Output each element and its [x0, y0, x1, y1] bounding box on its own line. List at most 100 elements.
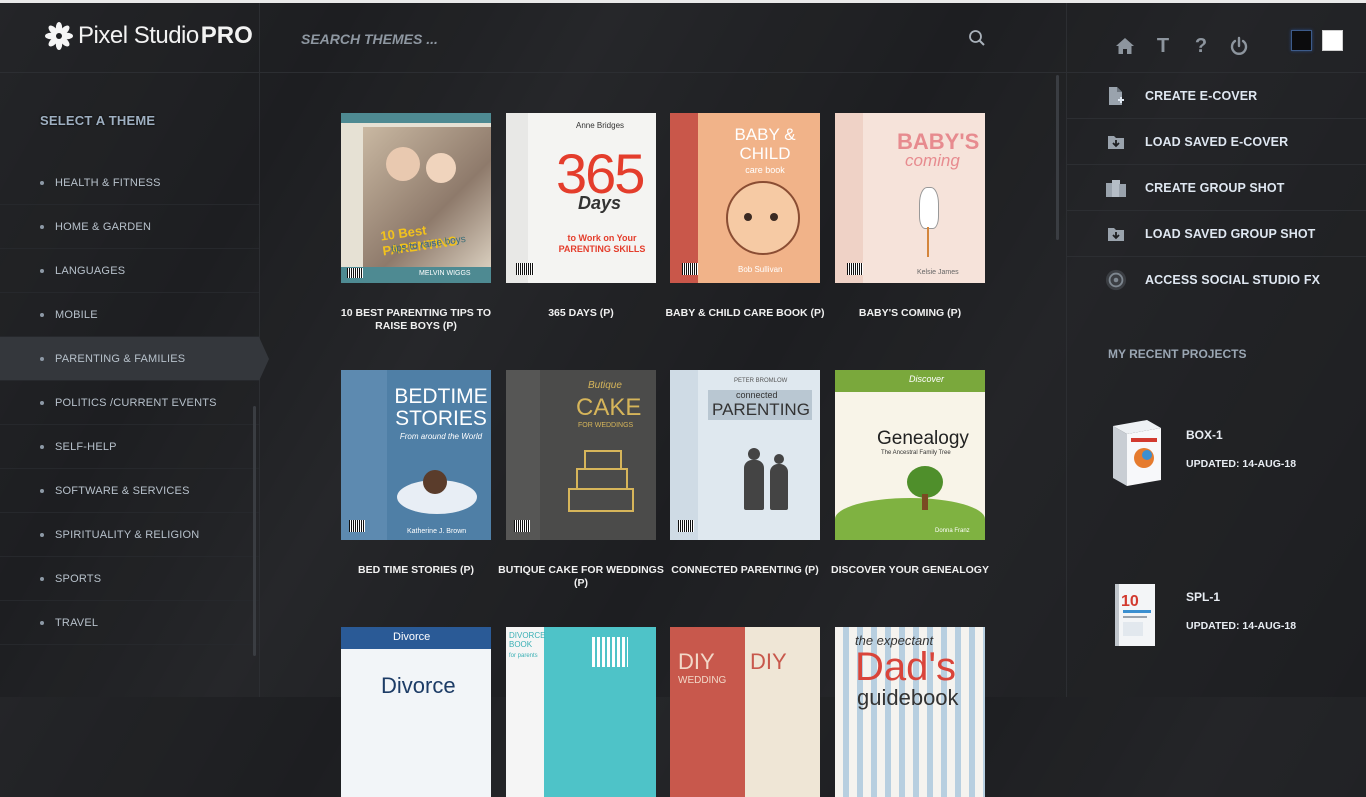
search-input[interactable] [301, 31, 941, 47]
theme-cover[interactable]: DIVORCE BOOK for parents [506, 627, 656, 797]
text-icon[interactable]: T [1144, 33, 1182, 59]
sidebar-item-label: TRAVEL [55, 616, 99, 629]
theme-card[interactable]: BABY & CHILD care book Bob Sullivan BABY… [665, 113, 825, 319]
theme-card[interactable]: 10 Best PARENTING tips to raise boys MEL… [341, 113, 491, 332]
cover-days: Days [578, 193, 622, 213]
dark-theme-swatch[interactable] [1291, 30, 1312, 51]
main-scrollbar[interactable] [1056, 75, 1059, 240]
top-bar: Pixel Studio PRO T ? [0, 3, 1366, 73]
cover-author: Butique [588, 380, 622, 391]
barcode-icon [514, 520, 530, 532]
bullet-icon [40, 312, 44, 317]
cover-subtitle: for parents [509, 653, 538, 659]
bullet-icon [40, 356, 44, 361]
sidebar-item-health-fitness[interactable]: HEALTH & FITNESS [0, 161, 259, 205]
theme-cover[interactable]: 10 Best PARENTING tips to raise boys MEL… [341, 113, 491, 283]
sidebar-item-politics[interactable]: POLITICS /CURRENT EVENTS [0, 381, 259, 425]
sidebar-item-label: HOME & GARDEN [55, 220, 152, 233]
search-icon[interactable] [968, 29, 986, 47]
theme-cover[interactable]: BABY'S coming Kelsie James [835, 113, 985, 283]
theme-cover[interactable]: Divorce Divorce [341, 627, 491, 797]
light-theme-swatch[interactable] [1322, 30, 1343, 51]
cover-subtitle: WEDDING [678, 675, 727, 686]
cover-title: DIY [678, 649, 715, 674]
home-icon[interactable] [1106, 33, 1144, 59]
theme-caption: 365 DAYS (P) [548, 307, 614, 319]
sidebar-item-travel[interactable]: TRAVEL [0, 601, 259, 645]
sidebar-item-spirituality-religion[interactable]: SPIRITUALITY & RELIGION [0, 513, 259, 557]
sidebar-item-mobile[interactable]: MOBILE [0, 293, 259, 337]
barcode-icon [516, 263, 534, 275]
theme-card[interactable]: BABY'S coming Kelsie James BABY'S COMING… [835, 113, 985, 319]
cover-title-top: Divorce [393, 631, 431, 643]
cover-subtitle: coming [905, 151, 960, 170]
help-icon[interactable]: ? [1182, 33, 1220, 59]
barcode-icon [347, 268, 363, 278]
barcode-icon [682, 263, 698, 275]
menu-item-label: CREATE GROUP SHOT [1145, 180, 1285, 195]
create-group-shot-button[interactable]: CREATE GROUP SHOT [1067, 165, 1366, 211]
sidebar-item-label: PARENTING & FAMILIES [55, 352, 186, 365]
action-menu: CREATE E-COVER LOAD SAVED E-COVER CREATE… [1067, 73, 1366, 303]
bullet-icon [40, 224, 44, 229]
theme-card[interactable]: DIVORCE BOOK for parents [506, 627, 656, 797]
theme-category-list: HEALTH & FITNESS HOME & GARDEN LANGUAGES… [0, 161, 269, 645]
sidebar-item-languages[interactable]: LANGUAGES [0, 249, 259, 293]
theme-cover[interactable]: the expectant Dad's guidebook [835, 627, 985, 797]
top-icon-bar: T ? [1106, 33, 1258, 59]
theme-cover[interactable]: BEDTIME STORIES From around the World Ka… [341, 370, 491, 540]
sidebar-item-home-garden[interactable]: HOME & GARDEN [0, 205, 259, 249]
theme-cover[interactable]: BABY & CHILD care book Bob Sullivan [670, 113, 820, 283]
barcode-icon [847, 263, 863, 275]
create-ecover-button[interactable]: CREATE E-COVER [1067, 73, 1366, 119]
power-icon[interactable] [1220, 33, 1258, 59]
cover-subtitle: The Ancestral Family Tree [881, 450, 951, 456]
sidebar-item-software-services[interactable]: SOFTWARE & SERVICES [0, 469, 259, 513]
folder-download-icon [1105, 223, 1127, 245]
sidebar-item-parenting-families[interactable]: PARENTING & FAMILIES [0, 337, 269, 381]
cover-author: PETER BROMLOW [734, 378, 788, 384]
bullet-icon [40, 180, 44, 185]
theme-caption: BUTIQUE CAKE FOR WEDDINGS (P) [498, 564, 664, 589]
access-social-studio-button[interactable]: ACCESS SOCIAL STUDIO FX [1067, 257, 1366, 303]
sidebar-item-label: HEALTH & FITNESS [55, 176, 161, 189]
cover-subtitle: care book [745, 165, 785, 175]
theme-card[interactable]: BEDTIME STORIES From around the World Ka… [341, 370, 491, 576]
project-thumbnail[interactable] [1111, 418, 1163, 488]
theme-cover[interactable]: Butique CAKE FOR WEDDINGS [506, 370, 656, 540]
theme-card[interactable]: DIY DIY WEDDING [670, 627, 820, 797]
load-saved-group-shot-button[interactable]: LOAD SAVED GROUP SHOT [1067, 211, 1366, 257]
theme-cover[interactable]: Anne Bridges 365 Days to Work on Your PA… [506, 113, 656, 283]
menu-item-label: CREATE E-COVER [1145, 88, 1258, 103]
theme-card[interactable]: Anne Bridges 365 Days to Work on Your PA… [506, 113, 656, 319]
sidebar-scrollbar[interactable] [253, 406, 256, 656]
bullet-icon [40, 488, 44, 493]
cover-title: Genealogy [877, 428, 969, 449]
cover-author: MELVIN WIGGS [419, 270, 471, 277]
folder-download-icon [1105, 131, 1127, 153]
sidebar-item-self-help[interactable]: SELF-HELP [0, 425, 259, 469]
bullet-icon [40, 532, 44, 537]
theme-sidebar: SELECT A THEME HEALTH & FITNESS HOME & G… [0, 73, 269, 697]
cover-title: BEDTIME STORIES [394, 385, 488, 430]
cover-author: Donna Franz [935, 528, 970, 534]
recent-project-item[interactable]: BOX-1 UPDATED: 14-AUG-18 [1067, 408, 1366, 516]
menu-item-label: LOAD SAVED GROUP SHOT [1145, 226, 1316, 241]
theme-cover[interactable]: PETER BROMLOW connected PARENTING [670, 370, 820, 540]
theme-card[interactable]: Divorce Divorce [341, 627, 491, 797]
recent-project-item[interactable]: 10 SPL-1 UPDATED: 14-AUG-18 [1067, 570, 1366, 678]
theme-card[interactable]: the expectant Dad's guidebook [835, 627, 985, 797]
app-logo[interactable]: Pixel Studio PRO [44, 19, 253, 53]
bullet-icon [40, 268, 44, 273]
theme-card[interactable]: Butique CAKE FOR WEDDINGS BUTIQUE CAKE F… [498, 370, 664, 589]
theme-cover[interactable]: DIY DIY WEDDING [670, 627, 820, 797]
heart-pattern-icon [592, 637, 628, 667]
theme-card[interactable]: PETER BROMLOW connected PARENTING CONNEC… [670, 370, 820, 576]
barcode-icon [678, 520, 694, 532]
logo-text: Pixel Studio [78, 22, 199, 49]
sidebar-item-sports[interactable]: SPORTS [0, 557, 259, 601]
theme-card[interactable]: Discover Genealogy The Ancestral Family … [831, 370, 989, 576]
theme-cover[interactable]: Discover Genealogy The Ancestral Family … [835, 370, 985, 540]
project-thumbnail[interactable]: 10 [1111, 580, 1163, 650]
load-saved-ecover-button[interactable]: LOAD SAVED E-COVER [1067, 119, 1366, 165]
